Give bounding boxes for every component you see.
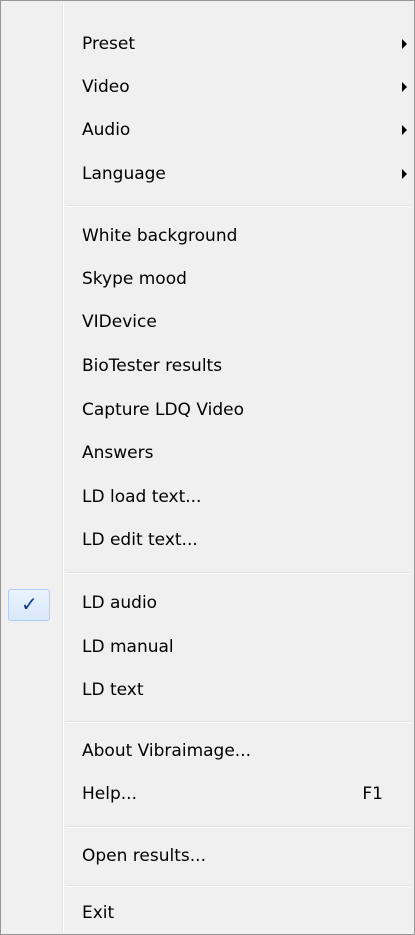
menu-item-open-results[interactable]: Open results... (4, 837, 411, 875)
menu-item-answers[interactable]: Answers (4, 434, 411, 472)
menu-item-label: LD audio (82, 593, 158, 613)
menu-item-ld-manual[interactable]: LD manual (4, 628, 411, 666)
menu-separator (66, 572, 410, 574)
submenu-arrow-icon (402, 39, 407, 49)
menu-item-capture-ldq-video[interactable]: Capture LDQ Video (4, 391, 411, 429)
menu-item-ld-audio[interactable]: ✓ LD audio (4, 584, 411, 622)
menu-item-label: Answers (82, 443, 154, 463)
menu-item-label: Preset (82, 34, 136, 54)
checkmark-icon: ✓ (21, 592, 38, 616)
context-menu: Preset Video Audio Language White backgr… (0, 0, 415, 935)
menu-item-ld-edit-text[interactable]: LD edit text... (4, 521, 411, 559)
menu-item-label: Open results... (82, 846, 206, 866)
menu-item-ld-text[interactable]: LD text (4, 671, 411, 709)
menu-item-preset[interactable]: Preset (4, 25, 411, 63)
menu-item-ld-load-text[interactable]: LD load text... (4, 478, 411, 516)
menu-separator (66, 826, 410, 828)
menu-item-label: About Vibraimage... (82, 741, 252, 761)
menu-item-label: Capture LDQ Video (82, 400, 244, 420)
menu-item-label: Help... (82, 784, 137, 804)
shortcut-label: F1 (362, 784, 383, 804)
menu-item-video[interactable]: Video (4, 68, 411, 106)
menu-item-biotester-results[interactable]: BioTester results (4, 347, 411, 385)
submenu-arrow-icon (402, 169, 407, 179)
menu-separator (66, 205, 410, 207)
menu-item-label: LD load text... (82, 487, 202, 507)
menu-item-label: VIDevice (82, 312, 157, 332)
menu-item-label: LD edit text... (82, 530, 198, 550)
menu-item-audio[interactable]: Audio (4, 111, 411, 149)
menu-item-label: Exit (82, 903, 115, 923)
submenu-arrow-icon (402, 82, 407, 92)
menu-item-exit[interactable]: Exit (4, 894, 411, 932)
menu-item-about-vibraimage[interactable]: About Vibraimage... (4, 732, 411, 770)
menu-item-label: Language (82, 164, 166, 184)
menu-item-label: Skype mood (82, 269, 187, 289)
menu-item-label: LD manual (82, 637, 174, 657)
menu-item-skype-mood[interactable]: Skype mood (4, 260, 411, 298)
menu-item-label: LD text (82, 680, 144, 700)
menu-item-white-background[interactable]: White background (4, 217, 411, 255)
submenu-arrow-icon (402, 125, 407, 135)
menu-item-language[interactable]: Language (4, 155, 411, 193)
menu-item-videvice[interactable]: VIDevice (4, 303, 411, 341)
menu-separator (66, 721, 410, 723)
menu-separator (66, 885, 410, 887)
menu-item-help[interactable]: Help... F1 (4, 775, 411, 813)
menu-item-label: Video (82, 77, 130, 97)
menu-item-label: Audio (82, 120, 131, 140)
check-indicator: ✓ (8, 589, 50, 621)
menu-item-label: White background (82, 226, 238, 246)
menu-item-label: BioTester results (82, 356, 223, 376)
